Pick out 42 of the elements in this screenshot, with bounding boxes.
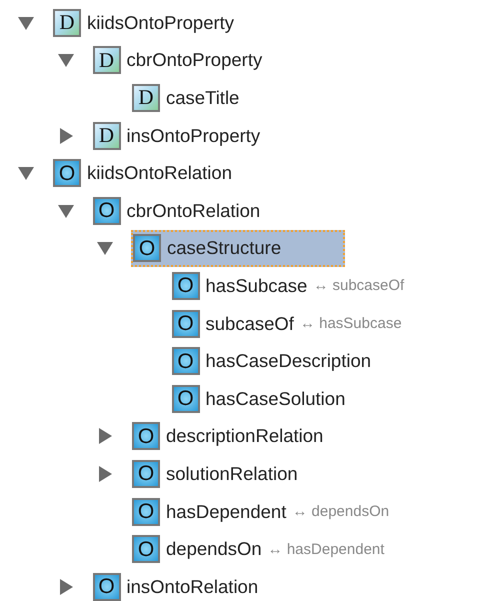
object-property-icon: O — [172, 384, 200, 413]
tree-item-label[interactable]: cbrOntoRelation — [126, 200, 260, 222]
tree-item-label[interactable]: dependsOn — [166, 538, 262, 560]
object-property-icon: O — [132, 422, 160, 450]
expanded-triangle-icon[interactable] — [96, 239, 114, 258]
collapsed-triangle-icon[interactable] — [96, 464, 114, 483]
tree-item-label[interactable]: hasCaseSolution — [206, 388, 346, 410]
inverse-property-label: ↔ hasDependent — [268, 540, 384, 558]
object-property-icon: O — [172, 272, 200, 300]
object-property-icon: O — [132, 460, 160, 488]
object-property-icon: O — [172, 347, 200, 376]
object-property-icon: O — [132, 498, 160, 526]
tree-item-label[interactable]: cbrOntoProperty — [126, 49, 262, 72]
tree-item-label[interactable]: hasDependent — [166, 500, 286, 523]
datatype-property-icon: D — [92, 122, 120, 150]
tree-item-label: caseStructure — [167, 237, 282, 260]
tree-item-label[interactable]: insOntoProperty — [126, 124, 260, 147]
tree-item-label[interactable]: solutionRelation — [166, 462, 298, 485]
expanded-triangle-icon[interactable] — [56, 51, 74, 70]
tree-item-label[interactable]: insOntoRelation — [126, 576, 258, 598]
datatype-property-icon: D — [132, 84, 160, 112]
inverse-property-label: ↔ subcaseOf — [313, 277, 404, 294]
object-property-icon: O — [172, 310, 200, 338]
datatype-property-icon: D — [53, 8, 81, 37]
collapsed-triangle-icon[interactable] — [96, 427, 114, 446]
tree-item-label[interactable]: descriptionRelation — [166, 425, 324, 448]
object-property-icon: O — [132, 535, 160, 564]
object-property-icon: O — [92, 196, 120, 225]
inverse-property-label: ↔ dependsOn — [292, 503, 390, 520]
tree-item-label[interactable]: subcaseOf — [206, 312, 294, 335]
object-property-icon: O — [92, 572, 120, 601]
object-property-icon: O — [53, 159, 81, 188]
selected-tree-item[interactable]: O caseStructure — [131, 230, 345, 268]
tree-item-label[interactable]: hasSubcase — [206, 274, 308, 297]
inverse-property-label: ↔ hasSubcase — [300, 315, 402, 332]
tree-item-label[interactable]: kiidsOntoRelation — [87, 162, 232, 184]
tree-item-label[interactable]: kiidsOntoProperty — [87, 12, 234, 34]
tree-item-label[interactable]: caseTitle — [166, 86, 240, 109]
tree-item-label[interactable]: hasCaseDescription — [206, 350, 372, 372]
datatype-property-icon: D — [92, 46, 120, 74]
object-property-icon: O — [133, 234, 161, 262]
expanded-triangle-icon[interactable] — [17, 164, 35, 182]
